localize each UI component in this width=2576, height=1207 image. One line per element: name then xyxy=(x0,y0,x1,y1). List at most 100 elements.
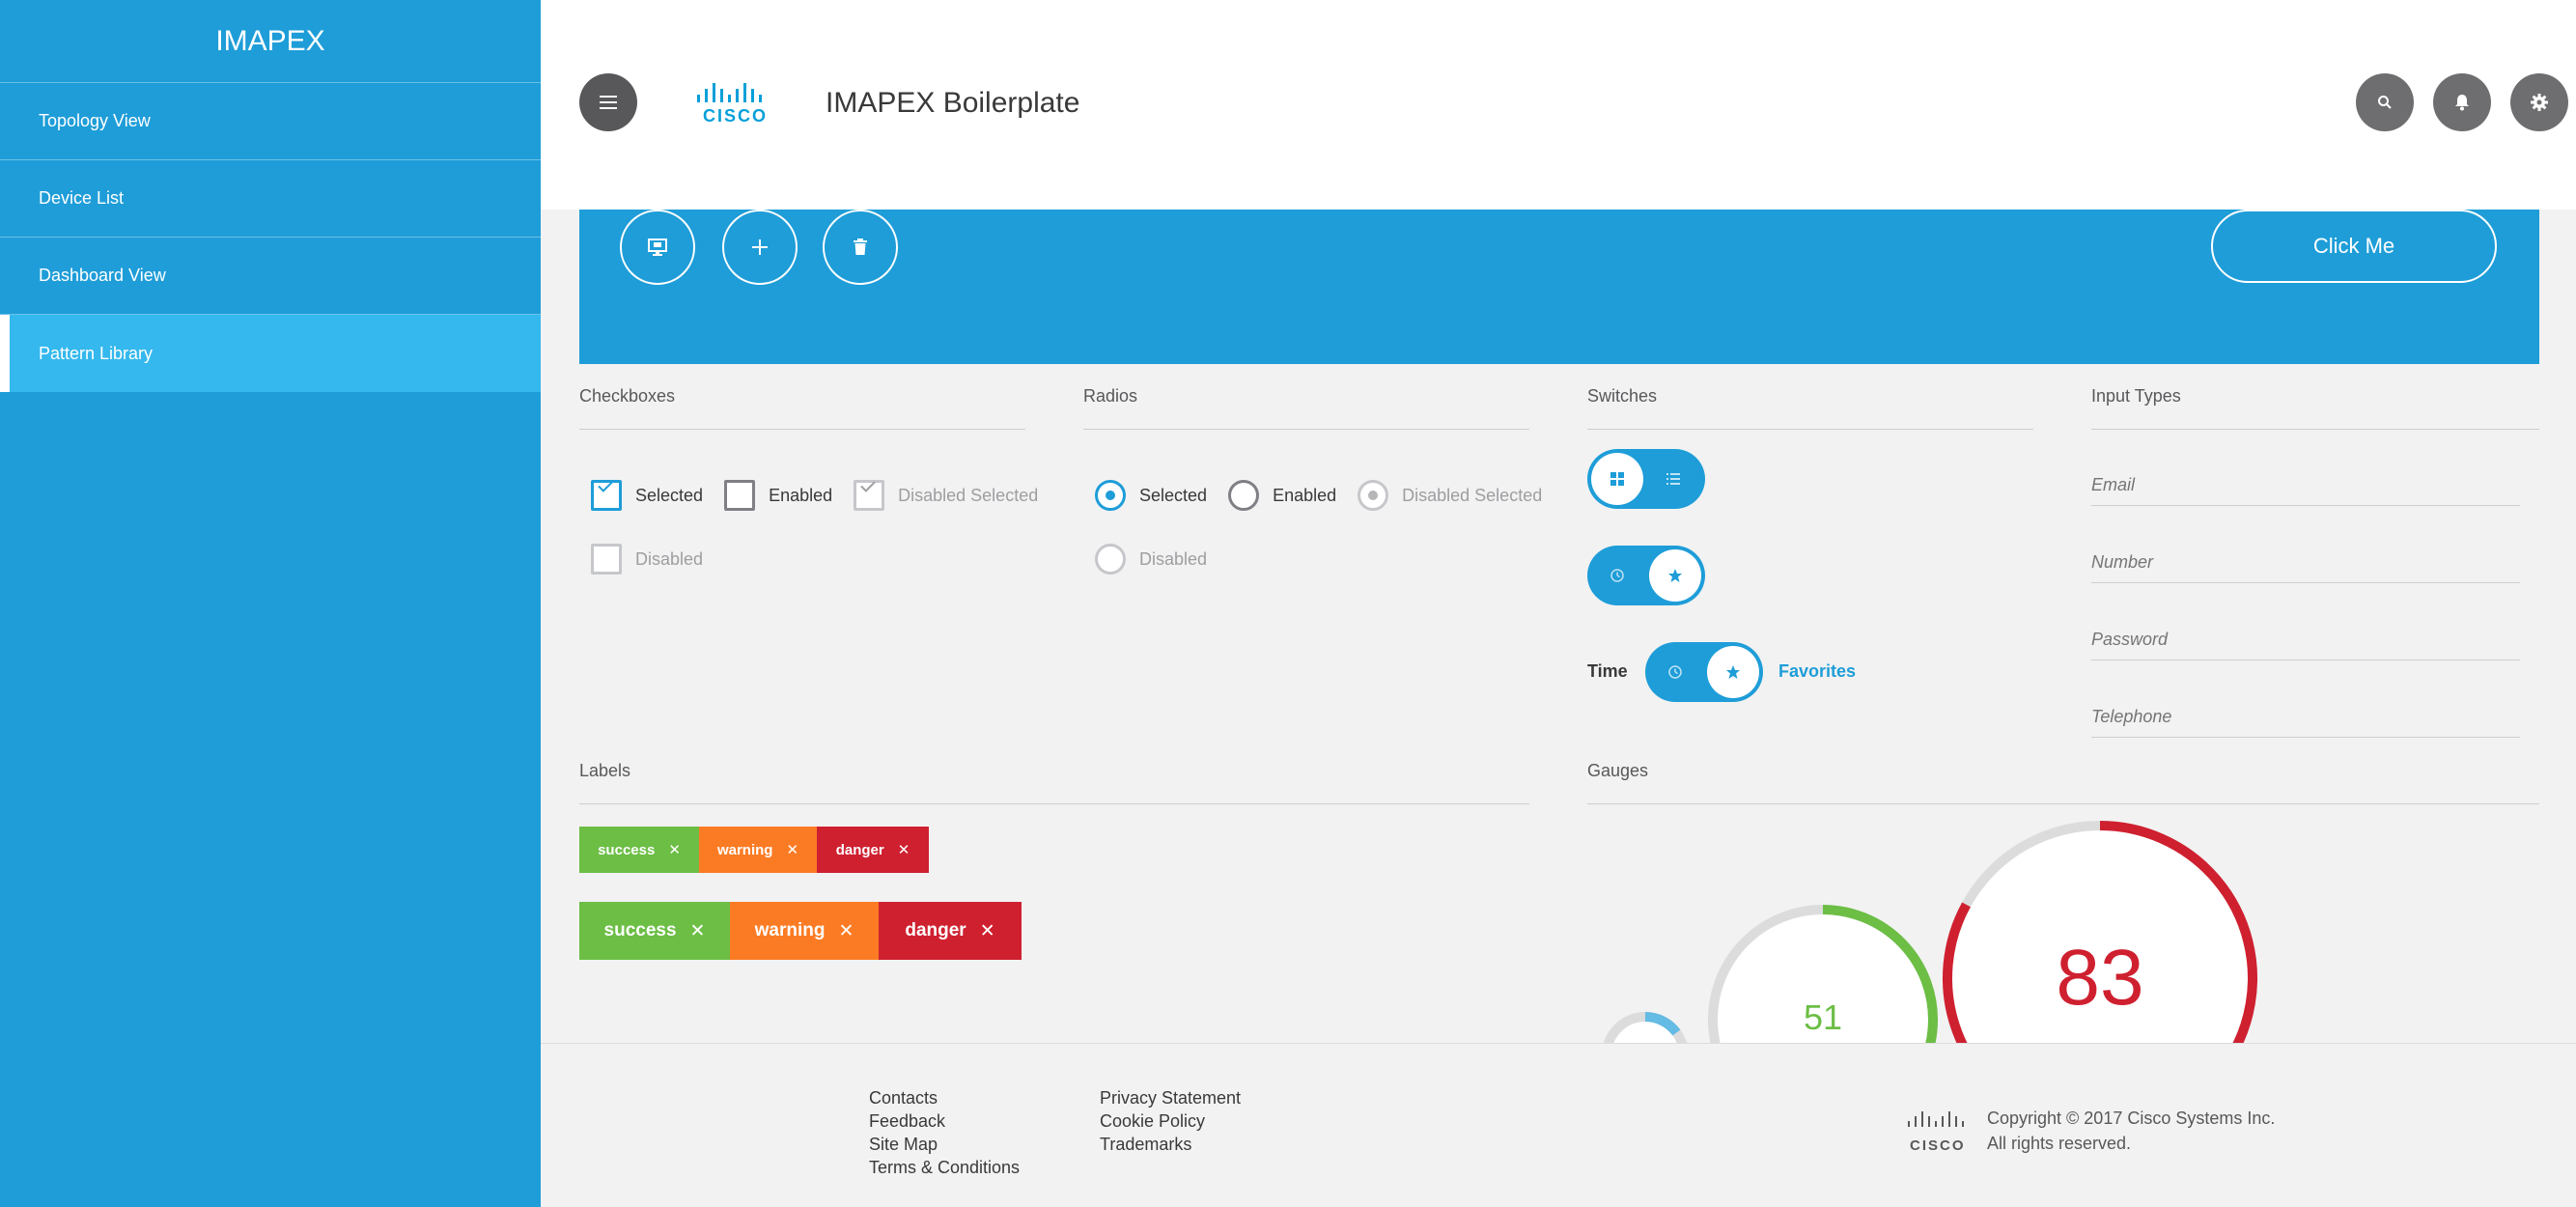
clock-icon xyxy=(1610,569,1624,582)
close-icon[interactable]: ✕ xyxy=(668,841,681,858)
radio-selected-circle[interactable] xyxy=(1095,480,1126,511)
click-me-button[interactable]: Click Me xyxy=(2211,210,2497,283)
checkbox-disabled: Disabled xyxy=(591,544,703,575)
close-icon[interactable]: ✕ xyxy=(838,920,854,942)
footer-link-privacy[interactable]: Privacy Statement xyxy=(1100,1086,1241,1109)
checkbox-row-2: Disabled xyxy=(591,544,724,575)
sidebar-brand: IMAPEX xyxy=(0,0,541,83)
checkboxes-divider xyxy=(579,429,1025,430)
app-title: IMAPEX Boilerplate xyxy=(826,87,1080,119)
radio-row-2: Disabled xyxy=(1095,544,1228,575)
checkbox-disabled-selected-box xyxy=(854,477,885,511)
label-warning-text: warning xyxy=(754,920,826,940)
checkbox-disabled-box xyxy=(591,544,622,575)
radio-enabled-circle[interactable] xyxy=(1228,480,1260,511)
telephone-field-wrapper xyxy=(2091,680,2520,738)
close-icon[interactable]: ✕ xyxy=(898,841,910,858)
input-types-divider xyxy=(2091,429,2539,430)
input-types-title: Input Types xyxy=(2091,386,2181,406)
switch-favorites-label: Favorites xyxy=(1778,661,1857,681)
trash-icon xyxy=(854,239,867,255)
password-field-wrapper xyxy=(2091,603,2520,660)
checkbox-disabled-selected: Disabled Selected xyxy=(854,477,1038,511)
email-field[interactable] xyxy=(2091,448,2520,505)
label-warning-text: warning xyxy=(716,841,773,858)
settings-button[interactable] xyxy=(2510,73,2568,131)
footer-link-contacts[interactable]: Contacts xyxy=(869,1086,1020,1109)
label-danger-text: danger xyxy=(905,920,966,940)
star-icon xyxy=(1726,665,1740,679)
radio-selected[interactable]: Selected xyxy=(1095,480,1207,511)
delete-button[interactable] xyxy=(823,210,898,285)
footer-link-cookie-policy[interactable]: Cookie Policy xyxy=(1100,1109,1241,1133)
checkbox-row-1: Selected Enabled Disabled Selected xyxy=(591,477,1059,511)
switch-side xyxy=(1645,642,1705,702)
label-danger-large: danger ✕ xyxy=(879,902,1022,960)
label-warning-large: warning ✕ xyxy=(730,902,879,960)
checkbox-selected[interactable]: Selected xyxy=(591,477,704,511)
checkbox-enabled[interactable]: Enabled xyxy=(724,480,832,511)
monitor-button[interactable] xyxy=(620,210,695,285)
checkbox-enabled-box[interactable] xyxy=(724,480,756,511)
plus-icon xyxy=(752,239,768,255)
footer-link-terms[interactable]: Terms & Conditions xyxy=(869,1156,1020,1179)
gauge-small-value: 51 xyxy=(1804,997,1842,1037)
clock-icon xyxy=(1668,665,1682,679)
checkboxes-title: Checkboxes xyxy=(579,386,676,406)
footer-cisco-logo-text: CISCO xyxy=(1910,1137,1966,1154)
header: CISCO IMAPEX Boilerplate xyxy=(541,0,2576,210)
password-field[interactable] xyxy=(2091,603,2520,660)
notifications-button[interactable] xyxy=(2433,73,2491,131)
sidebar-item-topology-view[interactable]: Topology View xyxy=(0,83,541,160)
bell-icon xyxy=(2455,95,2469,111)
radio-disabled-label: Disabled xyxy=(1139,548,1208,569)
label-warning-small: warning ✕ xyxy=(699,827,817,873)
footer: Contacts Feedback Site Map Terms & Condi… xyxy=(541,1043,2576,1207)
footer-link-trademarks[interactable]: Trademarks xyxy=(1100,1133,1241,1156)
cisco-logo-text: CISCO xyxy=(703,106,769,126)
number-field[interactable] xyxy=(2091,525,2520,582)
switch-knob xyxy=(1649,549,1701,602)
labels-title: Labels xyxy=(579,761,631,780)
label-success-small: success ✕ xyxy=(579,827,699,873)
list-icon xyxy=(1666,473,1680,485)
star-icon xyxy=(1668,569,1682,582)
label-danger-small: danger ✕ xyxy=(817,827,929,873)
sidebar-item-dashboard-view[interactable]: Dashboard View xyxy=(0,238,541,315)
checkbox-selected-label: Selected xyxy=(635,485,704,505)
footer-cisco-logo: CISCO xyxy=(1906,1109,1968,1158)
time-favorites-switch-b[interactable] xyxy=(1645,642,1763,702)
telephone-field[interactable] xyxy=(2091,680,2520,737)
gauge-large-value: 83 xyxy=(2056,934,2143,1022)
radio-disabled-selected-label: Disabled Selected xyxy=(1402,485,1543,505)
footer-link-site-map[interactable]: Site Map xyxy=(869,1133,1020,1156)
close-icon[interactable]: ✕ xyxy=(786,841,798,858)
radio-enabled-label: Enabled xyxy=(1273,485,1337,505)
sidebar: IMAPEX Topology View Device List Dashboa… xyxy=(0,0,541,1207)
time-favorites-switch-a[interactable] xyxy=(1587,546,1705,605)
search-icon xyxy=(2378,96,2392,109)
sidebar-item-pattern-library[interactable]: Pattern Library xyxy=(0,315,541,392)
view-toggle-switch[interactable] xyxy=(1587,449,1705,509)
label-success-text: success xyxy=(598,841,656,858)
menu-button[interactable] xyxy=(579,73,637,131)
radio-row-1: Selected Enabled Disabled Selected xyxy=(1095,480,1563,511)
radio-disabled-circle xyxy=(1095,544,1126,575)
switch-side xyxy=(1643,449,1703,509)
switches-divider xyxy=(1587,429,2033,430)
add-button[interactable] xyxy=(722,210,798,285)
radio-disabled-selected: Disabled Selected xyxy=(1358,480,1542,511)
footer-link-feedback[interactable]: Feedback xyxy=(869,1109,1020,1133)
radio-enabled[interactable]: Enabled xyxy=(1228,480,1336,511)
labels-divider xyxy=(579,803,1529,804)
grid-icon xyxy=(1610,472,1624,486)
checkbox-selected-box[interactable] xyxy=(591,477,622,511)
search-button[interactable] xyxy=(2356,73,2414,131)
hamburger-icon xyxy=(600,96,617,109)
switches-title: Switches xyxy=(1587,386,1658,406)
radios-divider xyxy=(1083,429,1529,430)
sidebar-item-device-list[interactable]: Device List xyxy=(0,160,541,238)
close-icon[interactable]: ✕ xyxy=(980,920,995,942)
close-icon[interactable]: ✕ xyxy=(690,920,706,942)
gauges-title: Gauges xyxy=(1587,761,1649,780)
